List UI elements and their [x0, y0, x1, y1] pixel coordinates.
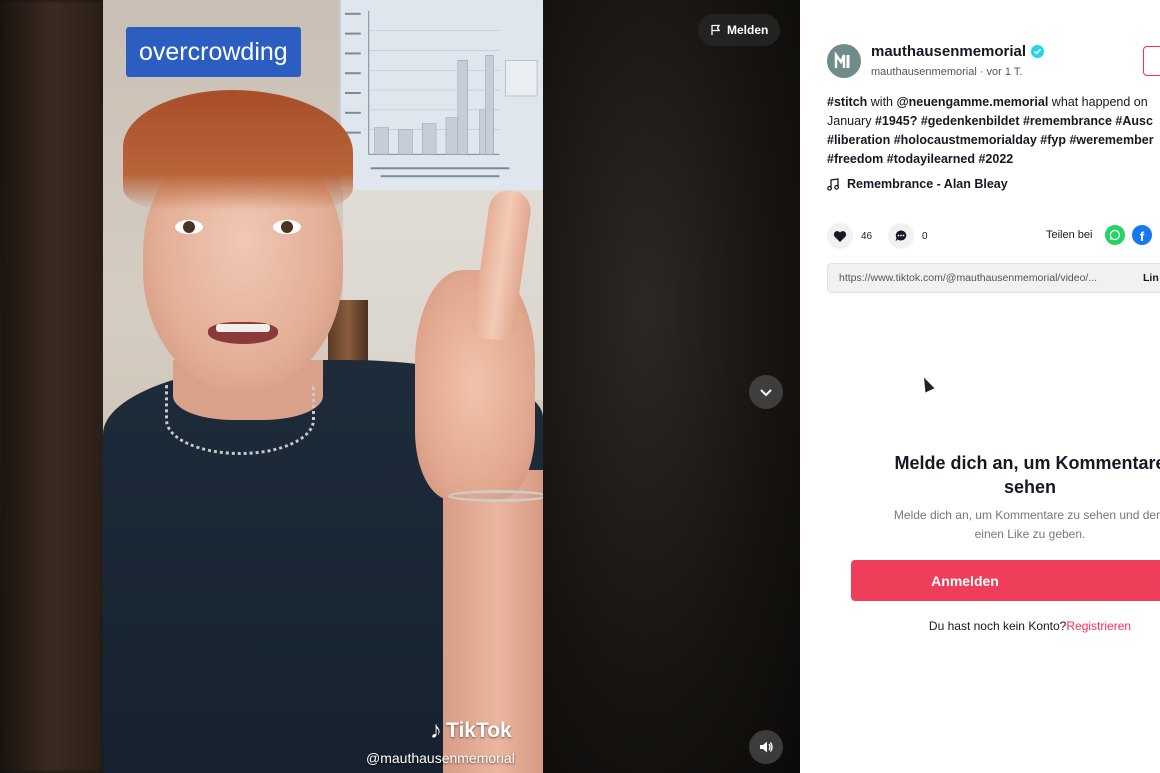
login-sub-line-1: Melde dich an, um Kommentare zu sehen un… — [893, 508, 1160, 522]
hashtag[interactable]: #holocaustmemorialday — [894, 133, 1037, 147]
share-label: Teilen bei — [1046, 229, 1093, 241]
hashtag[interactable]: #stitch — [827, 95, 867, 109]
post-info-panel: mauthausenmemorial mauthausenmemorial · … — [800, 0, 1160, 773]
report-button[interactable]: Melden — [698, 14, 781, 46]
copy-link-button[interactable]: Lin — [1133, 272, 1159, 284]
music-note-icon — [827, 177, 839, 191]
video-caption-overlay: overcrowding — [126, 27, 301, 77]
volume-icon — [760, 741, 773, 753]
description-text: what happend on — [1048, 95, 1148, 109]
share-link-box[interactable]: https://www.tiktok.com/@mauthausenmemori… — [827, 263, 1160, 293]
description-line-1: #stitch with @neuengamme.memorial what h… — [827, 93, 1160, 112]
video-person-necklace — [165, 385, 315, 455]
like-action[interactable]: 46 — [827, 223, 872, 249]
login-sub-line-2: einen Like zu geben. — [974, 527, 1086, 541]
whatsapp-icon[interactable] — [1105, 225, 1125, 245]
post-description: #stitch with @neuengamme.memorial what h… — [827, 93, 1160, 169]
video-person-eye-left — [175, 220, 203, 234]
login-title-line-2: sehen — [1003, 477, 1057, 497]
music-title[interactable]: Remembrance - Alan Bleay — [847, 177, 1008, 191]
no-account-text: Du hast noch kein Konto? — [928, 619, 1067, 633]
memorial-logo-icon — [834, 51, 850, 68]
author-name[interactable]: mauthausenmemorial — [871, 43, 1045, 60]
register-link[interactable]: Registrieren — [1066, 619, 1131, 633]
next-video-button[interactable] — [749, 375, 783, 409]
hashtag[interactable]: #weremember — [1069, 133, 1153, 147]
description-text: with — [867, 95, 897, 109]
hashtag[interactable]: #fyp — [1040, 133, 1066, 147]
heart-icon — [833, 230, 847, 242]
flag-icon — [711, 24, 721, 35]
comment-action[interactable]: 0 — [888, 223, 928, 249]
report-button-label: Melden — [727, 23, 769, 37]
hashtag[interactable]: #Ausc — [1115, 114, 1153, 128]
login-button[interactable]: Anmelden — [851, 560, 1160, 601]
chevron-down-icon — [760, 389, 772, 397]
description-line-2: January #1945? #gedenkenbildet #remembra… — [827, 112, 1160, 131]
video-frame[interactable] — [103, 0, 543, 773]
description-line-3: #liberation #holocaustmemorialday #fyp #… — [827, 131, 1160, 150]
share-link-url[interactable]: https://www.tiktok.com/@mauthausenmemori… — [828, 272, 1133, 284]
hashtag[interactable]: #remembrance — [1023, 114, 1112, 128]
verified-icon — [1031, 45, 1045, 58]
avatar[interactable] — [827, 44, 861, 78]
watermark-handle: @mauthausenmemorial — [366, 750, 515, 766]
hashtag[interactable]: #liberation — [827, 133, 890, 147]
signup-prompt: Du hast noch kein Konto?Registrieren — [800, 619, 1160, 633]
login-prompt-subtitle: Melde dich an, um Kommentare zu sehen un… — [800, 506, 1160, 544]
video-person-hair — [123, 90, 353, 210]
author-username[interactable]: mauthausenmemorial — [871, 43, 1026, 60]
hashtag[interactable]: #todayilearned — [887, 152, 975, 166]
tiktok-watermark: ♪ TikTok — [430, 717, 512, 745]
like-count: 46 — [861, 230, 873, 242]
mute-button[interactable] — [749, 730, 783, 764]
like-button[interactable] — [827, 223, 853, 249]
video-chart-image — [341, 0, 543, 190]
description-text: January — [827, 114, 875, 128]
hashtag[interactable]: #freedom — [827, 152, 883, 166]
comment-count: 0 — [922, 230, 928, 242]
hashtag[interactable]: #1945? — [875, 114, 917, 128]
comment-button[interactable] — [888, 223, 914, 249]
author-subline: mauthausenmemorial · vor 1 T. — [871, 66, 1023, 78]
comment-icon — [895, 230, 907, 242]
music-link[interactable]: Remembrance - Alan Bleay — [827, 177, 1008, 191]
video-player[interactable]: overcrowding ♪ TikTok @mauthausenmemoria… — [0, 0, 800, 773]
tiktok-watermark-text: TikTok — [446, 719, 512, 742]
tiktok-note-icon: ♪ — [430, 717, 442, 744]
video-person-mouth — [208, 322, 278, 344]
video-chart-sheet — [339, 0, 543, 190]
mention[interactable]: @neuengamme.memorial — [896, 95, 1048, 109]
login-title-line-1: Melde dich an, um Kommentare — [894, 453, 1160, 473]
video-backdrop-left — [0, 0, 103, 773]
video-person-eye-right — [273, 220, 301, 234]
hashtag[interactable]: #2022 — [978, 152, 1013, 166]
follow-button[interactable] — [1143, 46, 1160, 76]
login-prompt-title: Melde dich an, um Kommentare sehen — [800, 451, 1160, 499]
description-line-4: #freedom #todayilearned #2022 — [827, 150, 1160, 169]
video-person-bracelet — [448, 490, 543, 502]
hashtag[interactable]: #gedenkenbildet — [921, 114, 1020, 128]
facebook-icon[interactable]: f — [1132, 225, 1152, 245]
